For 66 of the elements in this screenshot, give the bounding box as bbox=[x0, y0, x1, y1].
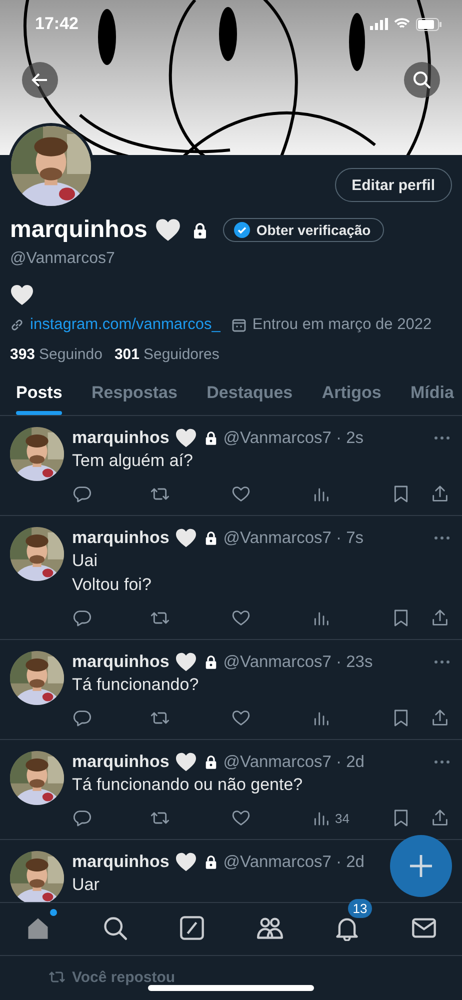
profile-handle: @Vanmarcos7 bbox=[10, 250, 116, 268]
author-name: marquinhos bbox=[72, 528, 170, 548]
heart-icon bbox=[175, 852, 198, 872]
reply-icon[interactable] bbox=[72, 708, 92, 728]
profile-tab[interactable]: Mídia bbox=[410, 383, 454, 415]
like-icon[interactable] bbox=[231, 708, 251, 728]
like-icon[interactable] bbox=[231, 608, 251, 628]
heart-icon bbox=[175, 528, 198, 548]
lock-icon bbox=[205, 531, 218, 545]
heart-icon bbox=[155, 218, 182, 242]
lock-icon bbox=[193, 222, 208, 238]
views-count: 34 bbox=[335, 810, 350, 826]
lock-icon bbox=[205, 431, 218, 445]
link-icon bbox=[10, 318, 24, 332]
profile-name: marquinhos bbox=[10, 216, 148, 244]
join-date: Entrou em março de 2022 bbox=[252, 316, 432, 334]
following-label[interactable]: Seguindo bbox=[39, 346, 102, 363]
website-link[interactable]: instagram.com/vanmarcos_ bbox=[30, 316, 220, 334]
people-icon[interactable] bbox=[256, 915, 283, 941]
followers-label[interactable]: Seguidores bbox=[143, 346, 220, 363]
profile-tab[interactable]: Destaques bbox=[206, 383, 293, 415]
following-count[interactable]: 393 bbox=[10, 346, 36, 363]
heart-icon bbox=[175, 652, 198, 672]
verification-button[interactable]: Obter verificação bbox=[223, 218, 384, 242]
plus-icon bbox=[407, 852, 435, 880]
share-icon[interactable] bbox=[430, 484, 450, 504]
calendar-icon bbox=[232, 318, 246, 332]
author-name: marquinhos bbox=[72, 752, 170, 772]
post-meta: @Vanmarcos7 · 2d bbox=[223, 752, 364, 772]
reply-icon[interactable] bbox=[72, 808, 92, 828]
share-icon[interactable] bbox=[430, 608, 450, 628]
verified-badge-icon bbox=[234, 222, 250, 238]
post-meta: @Vanmarcos7 · 2d bbox=[223, 852, 364, 872]
heart-icon bbox=[175, 428, 198, 448]
lock-icon bbox=[205, 655, 218, 669]
lock-icon bbox=[205, 855, 218, 869]
post-text: Tá funcionando? bbox=[72, 674, 200, 696]
repost-note: Você repostou bbox=[72, 968, 176, 986]
notification-badge: 13 bbox=[348, 899, 372, 918]
like-icon[interactable] bbox=[231, 808, 251, 828]
share-icon[interactable] bbox=[430, 708, 450, 728]
post-meta: @Vanmarcos7 · 23s bbox=[223, 652, 373, 672]
post-text: Uai bbox=[72, 550, 99, 572]
slash-square-icon[interactable] bbox=[179, 915, 206, 941]
heart-icon bbox=[175, 752, 198, 772]
profile-tab[interactable]: Posts bbox=[16, 383, 62, 415]
followers-count[interactable]: 301 bbox=[114, 346, 140, 363]
post-text: Tem alguém aí? bbox=[72, 450, 194, 472]
lock-icon bbox=[205, 755, 218, 769]
edit-profile-button[interactable]: Editar perfil bbox=[334, 168, 452, 202]
reply-icon[interactable] bbox=[72, 484, 92, 504]
profile-tab[interactable]: Respostas bbox=[91, 383, 178, 415]
author-name: marquinhos bbox=[72, 652, 170, 672]
post-text: Voltou foi? bbox=[72, 574, 152, 596]
profile-tab[interactable]: Artigos bbox=[322, 383, 382, 415]
post-meta: @Vanmarcos7 · 7s bbox=[223, 528, 364, 548]
bio-heart-icon bbox=[10, 284, 34, 306]
post-meta: @Vanmarcos7 · 2s bbox=[223, 428, 364, 448]
search-icon[interactable] bbox=[102, 915, 128, 941]
like-icon[interactable] bbox=[231, 484, 251, 504]
reply-icon[interactable] bbox=[72, 608, 92, 628]
post-text: Tá funcionando ou não gente? bbox=[72, 774, 304, 796]
post-text: Uar bbox=[72, 874, 100, 896]
author-name: marquinhos bbox=[72, 428, 170, 448]
author-name: marquinhos bbox=[72, 852, 170, 872]
share-icon[interactable] bbox=[430, 808, 450, 828]
